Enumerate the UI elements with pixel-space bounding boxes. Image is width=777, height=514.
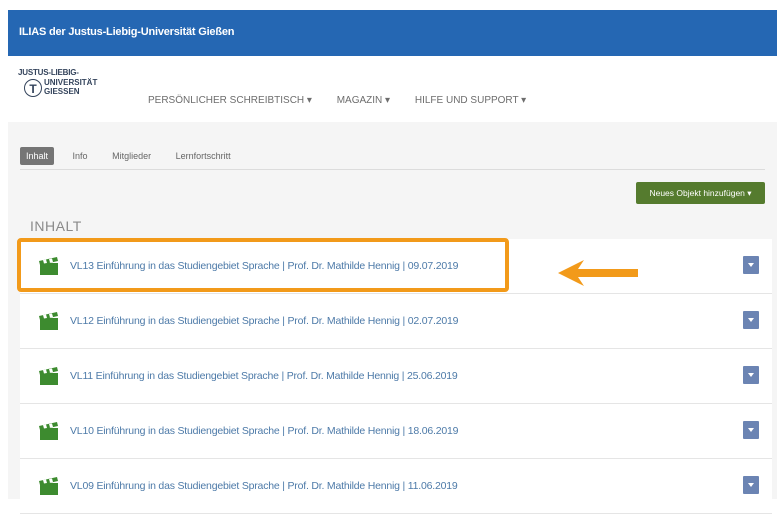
item-actions-dropdown[interactable] [743, 421, 759, 439]
item-actions-dropdown[interactable] [743, 366, 759, 384]
nav-item-help-support[interactable]: HILFE UND SUPPORT ▾ [415, 95, 526, 106]
item-actions-dropdown[interactable] [743, 256, 759, 274]
top-bar: ILIAS der Justus-Liebig-Universität Gieß… [8, 10, 777, 56]
item-link[interactable]: VL12 Einführung in das Studiengebiet Spr… [70, 315, 459, 327]
clapperboard-icon [39, 367, 58, 385]
main-navigation: PERSÖNLICHER SCHREIBTISCH ▾ MAGAZIN ▾ HI… [148, 95, 548, 106]
item-link[interactable]: VL11 Einführung in das Studiengebiet Spr… [70, 370, 458, 382]
university-logo[interactable]: JUSTUS-LIEBIG- T UNIVERSITÄT GIESSEN [18, 68, 108, 108]
nav-item-magazine[interactable]: MAGAZIN ▾ [337, 95, 390, 106]
header: JUSTUS-LIEBIG- T UNIVERSITÄT GIESSEN PER… [8, 56, 777, 123]
tab-lernfortschritt[interactable]: Lernfortschritt [170, 147, 237, 165]
annotation-highlight-box [17, 238, 509, 292]
nav-item-personal-desk[interactable]: PERSÖNLICHER SCHREIBTISCH ▾ [148, 95, 312, 106]
list-item: VL12 Einführung in das Studiengebiet Spr… [20, 294, 772, 349]
item-link[interactable]: VL10 Einführung in das Studiengebiet Spr… [70, 425, 459, 437]
logo-line-3: GIESSEN [44, 87, 80, 96]
clapperboard-icon [39, 312, 58, 330]
logo-mark-icon: T [24, 79, 42, 97]
item-actions-dropdown[interactable] [743, 311, 759, 329]
tab-inhalt[interactable]: Inhalt [20, 147, 55, 165]
tabs: Inhalt Info Mitglieder Lernfortschritt [20, 147, 247, 165]
list-item: VL10 Einführung in das Studiengebiet Spr… [20, 404, 772, 459]
add-object-button[interactable]: Neues Objekt hinzufügen ▾ [636, 182, 765, 204]
list-item: VL11 Einführung in das Studiengebiet Spr… [20, 349, 772, 404]
logo-line-2: UNIVERSITÄT [44, 78, 98, 87]
annotation-arrow-icon [558, 260, 638, 286]
section-title: INHALT [30, 218, 82, 234]
tabs-divider [20, 169, 765, 170]
logo-lines: UNIVERSITÄT GIESSEN [44, 78, 97, 96]
logo-line-1: JUSTUS-LIEBIG- [18, 68, 79, 77]
tab-mitglieder[interactable]: Mitglieder [106, 147, 157, 165]
item-link[interactable]: VL09 Einführung in das Studiengebiet Spr… [70, 480, 458, 492]
clapperboard-icon [39, 477, 58, 495]
list-item: VL09 Einführung in das Studiengebiet Spr… [20, 459, 772, 514]
clapperboard-icon [39, 422, 58, 440]
tab-info[interactable]: Info [67, 147, 94, 165]
app-title: ILIAS der Justus-Liebig-Universität Gieß… [19, 26, 235, 38]
item-actions-dropdown[interactable] [743, 476, 759, 494]
main-content: Inhalt Info Mitglieder Lernfortschritt N… [8, 122, 777, 514]
